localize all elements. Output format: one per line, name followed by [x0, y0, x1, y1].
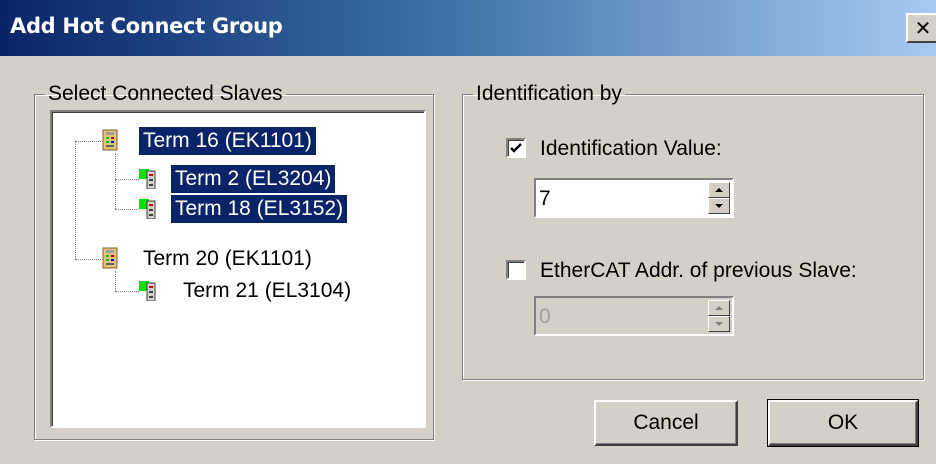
identification-value-checkbox[interactable]	[506, 138, 526, 158]
identification-value-input[interactable]: 7	[539, 187, 551, 211]
tree-connector	[115, 291, 139, 292]
window-title: Add Hot Connect Group	[10, 14, 283, 38]
io-terminal-icon	[139, 169, 156, 189]
tree-connector	[75, 141, 101, 142]
spin-up-button[interactable]	[708, 182, 730, 198]
tree-item-label: Term 21 (EL3104)	[183, 279, 352, 302]
arrow-down-icon	[715, 204, 723, 208]
tree-connector	[115, 209, 139, 210]
tree-connector	[75, 259, 101, 260]
select-slaves-legend: Select Connected Slaves	[48, 82, 283, 105]
arrow-down-icon	[715, 322, 723, 326]
tree-item-term18[interactable]: Term 18 (EL3152)	[139, 195, 379, 223]
tree-item-label: Term 16 (EK1101)	[139, 127, 316, 155]
coupler-terminal-icon	[102, 247, 118, 269]
identification-value-label: Identification Value:	[540, 137, 722, 160]
tree-item-term16[interactable]: Term 16 (EK1101)	[101, 127, 341, 155]
spin-up-button	[708, 300, 730, 316]
tree-item-term20[interactable]: Term 20 (EK1101)	[101, 245, 341, 273]
identification-value-spinner[interactable]: 7	[534, 178, 734, 218]
cancel-button[interactable]: Cancel	[594, 400, 738, 446]
io-terminal-icon	[139, 199, 156, 219]
spin-down-button[interactable]	[708, 198, 730, 214]
ok-button[interactable]: OK	[767, 399, 919, 447]
tree-item-term2[interactable]: Term 2 (EL3204)	[139, 165, 379, 193]
tree-item-term21[interactable]: Term 21 (EL3104)	[139, 277, 379, 305]
checkmark-icon	[510, 143, 522, 153]
close-button[interactable]: ✕	[906, 13, 936, 43]
tree-item-label: Term 20 (EK1101)	[143, 247, 312, 270]
tree-connector	[75, 141, 76, 259]
io-terminal-icon	[139, 281, 156, 301]
tree-connector	[115, 179, 139, 180]
coupler-terminal-icon	[102, 129, 118, 151]
identification-legend: Identification by	[476, 82, 622, 105]
arrow-up-icon	[715, 188, 723, 192]
tree-connector	[115, 153, 116, 209]
arrow-up-icon	[715, 306, 723, 310]
title-bar[interactable]: Add Hot Connect Group ✕	[0, 0, 936, 56]
tree-item-label: Term 2 (EL3204)	[171, 165, 336, 193]
ethercat-addr-label: EtherCAT Addr. of previous Slave:	[540, 259, 857, 282]
spin-down-button	[708, 316, 730, 332]
tree-connector	[115, 271, 116, 291]
slaves-tree[interactable]: Term 16 (EK1101) Term 2 (EL3204) Term 18…	[50, 110, 426, 428]
ethercat-addr-input: 0	[539, 305, 551, 328]
ethercat-addr-spinner: 0	[534, 296, 734, 336]
close-icon: ✕	[914, 16, 932, 40]
tree-item-label: Term 18 (EL3152)	[171, 195, 348, 223]
ethercat-addr-checkbox[interactable]	[506, 260, 526, 280]
